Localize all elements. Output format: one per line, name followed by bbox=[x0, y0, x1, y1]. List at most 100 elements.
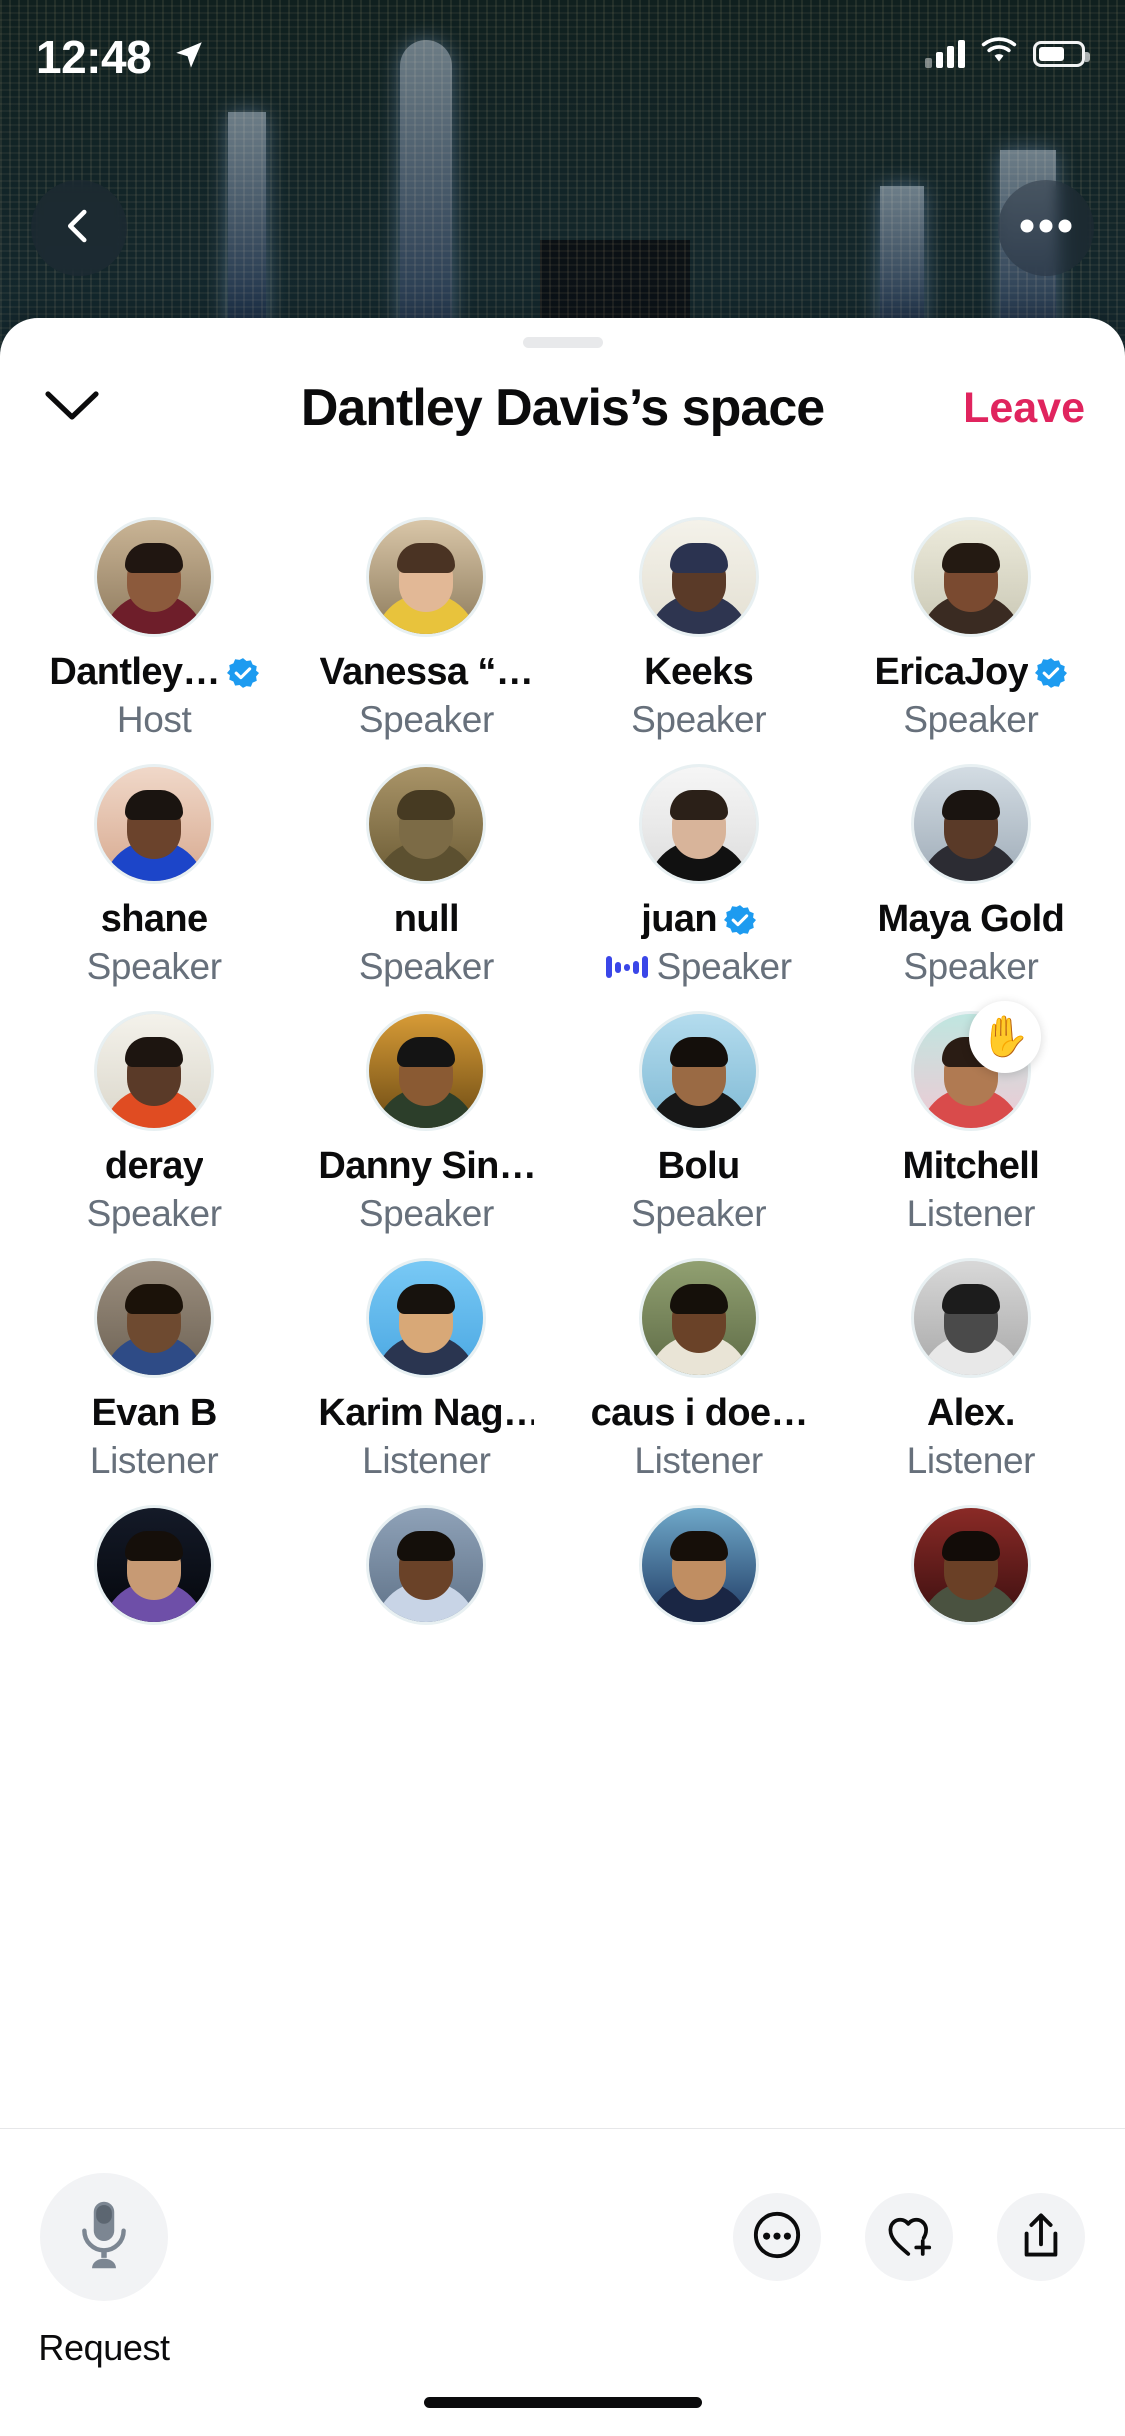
avatar bbox=[97, 520, 212, 634]
avatar-wrapper bbox=[369, 1261, 484, 1375]
participant-role-row: Listener bbox=[90, 1440, 219, 1482]
participant-role-row: Speaker bbox=[359, 699, 494, 741]
battery-icon bbox=[1033, 40, 1090, 67]
back-button[interactable] bbox=[31, 180, 127, 276]
avatar bbox=[913, 520, 1028, 634]
participant-name: Keeks bbox=[644, 651, 754, 693]
participant-tile[interactable]: caus i doe… Listener bbox=[563, 1261, 835, 1482]
verified-badge-icon bbox=[723, 904, 756, 935]
add-people-button[interactable] bbox=[865, 2193, 953, 2281]
participant-name-row: Mitchell bbox=[903, 1145, 1040, 1188]
avatar bbox=[913, 1508, 1028, 1622]
participant-tile[interactable]: Karim Nag… Listener bbox=[290, 1261, 562, 1482]
avatar-wrapper bbox=[641, 1261, 756, 1375]
participant-tile[interactable]: Bolu Speaker bbox=[563, 1014, 835, 1235]
participant-tile[interactable] bbox=[563, 1508, 835, 1622]
cellular-signal-icon bbox=[925, 39, 965, 68]
photo-more-options-button[interactable] bbox=[998, 180, 1094, 276]
participant-name: Mitchell bbox=[902, 1145, 1040, 1187]
bottom-action-bar: Request bbox=[0, 2128, 1125, 2436]
participant-tile[interactable]: Evan B Listener bbox=[18, 1261, 290, 1482]
participant-tile[interactable]: ✋ Mitchell Listener bbox=[835, 1001, 1107, 1235]
participant-name: Vanessa “… bbox=[319, 651, 534, 693]
more-options-button[interactable] bbox=[733, 2193, 821, 2281]
avatar-wrapper: ✋ bbox=[913, 1001, 1041, 1128]
participant-role-row: Speaker bbox=[87, 1193, 222, 1235]
microphone-icon bbox=[75, 2199, 133, 2276]
participant-tile[interactable]: null Speaker bbox=[290, 767, 562, 988]
raised-hand-icon: ✋ bbox=[979, 1015, 1030, 1059]
status-bar: 12:48 bbox=[0, 0, 1125, 132]
participant-tile[interactable] bbox=[18, 1508, 290, 1622]
participant-name: Maya Gold bbox=[877, 898, 1065, 940]
participant-role-row: Speaker bbox=[87, 946, 222, 988]
collapse-button[interactable] bbox=[40, 389, 104, 428]
participant-tile[interactable]: EricaJoy Speaker bbox=[835, 520, 1107, 741]
participant-role: Host bbox=[116, 699, 192, 740]
avatar-wrapper bbox=[641, 767, 756, 881]
share-button[interactable] bbox=[997, 2193, 1085, 2281]
participant-tile[interactable]: shane Speaker bbox=[18, 767, 290, 988]
avatar-wrapper bbox=[369, 1508, 484, 1622]
status-bar-clock: 12:48 bbox=[36, 31, 152, 83]
avatar-wrapper bbox=[97, 767, 212, 881]
avatar bbox=[913, 1261, 1028, 1375]
participant-role: Listener bbox=[634, 1440, 763, 1481]
avatar-wrapper bbox=[97, 520, 212, 634]
avatar bbox=[369, 520, 484, 634]
participant-role: Listener bbox=[362, 1440, 491, 1481]
participant-name-row: Maya Gold bbox=[877, 898, 1064, 941]
participant-role: Speaker bbox=[903, 946, 1039, 987]
participants-scroll-area[interactable]: Dantley… Host Vanessa “… Speaker Keeks S… bbox=[0, 468, 1125, 2128]
participant-tile[interactable]: Danny Sin… Speaker bbox=[290, 1014, 562, 1235]
page-title: Dantley Davis’s space bbox=[300, 379, 825, 437]
participant-role: Speaker bbox=[358, 1193, 494, 1234]
avatar-wrapper bbox=[913, 520, 1028, 634]
participant-name: juan bbox=[641, 898, 717, 940]
participant-tile[interactable]: Alex. Listener bbox=[835, 1261, 1107, 1482]
status-bar-indicators bbox=[925, 36, 1090, 71]
more-options-icon bbox=[752, 2210, 802, 2265]
avatar-wrapper bbox=[369, 1014, 484, 1128]
drag-handle[interactable] bbox=[522, 337, 603, 348]
participant-name-row: deray bbox=[105, 1145, 203, 1188]
avatar-wrapper bbox=[369, 767, 484, 881]
participant-role: Speaker bbox=[86, 946, 222, 987]
leave-button[interactable]: Leave bbox=[963, 384, 1085, 433]
participant-tile[interactable]: Keeks Speaker bbox=[563, 520, 835, 741]
avatar bbox=[641, 1508, 756, 1622]
bottom-right-actions bbox=[733, 2193, 1085, 2281]
microphone-button[interactable] bbox=[40, 2173, 168, 2301]
participant-role: Speaker bbox=[86, 1193, 222, 1234]
home-indicator bbox=[423, 2397, 702, 2408]
participant-tile[interactable]: juan Speaker bbox=[563, 767, 835, 988]
participant-name: Dantley… bbox=[49, 651, 220, 693]
participant-tile[interactable]: Vanessa “… Speaker bbox=[290, 520, 562, 741]
participant-name-row: juan bbox=[641, 898, 756, 941]
heart-plus-icon bbox=[883, 2210, 935, 2265]
participant-tile[interactable] bbox=[835, 1508, 1107, 1622]
avatar bbox=[369, 1014, 484, 1128]
sheet-header: Dantley Davis’s space Leave bbox=[0, 348, 1125, 468]
avatar bbox=[97, 1014, 212, 1128]
avatar bbox=[97, 767, 212, 881]
participant-tile[interactable]: deray Speaker bbox=[18, 1014, 290, 1235]
participant-name: Danny Sin… bbox=[318, 1145, 535, 1187]
participant-name-row: Keeks bbox=[644, 651, 753, 694]
location-arrow-icon bbox=[172, 38, 206, 77]
participant-role: Speaker bbox=[358, 699, 494, 740]
participant-role: Listener bbox=[906, 1440, 1036, 1481]
space-sheet: Dantley Davis’s space Leave Dantley… Hos… bbox=[0, 318, 1125, 2436]
speaking-waveform-icon bbox=[605, 954, 648, 980]
participant-tile[interactable]: Dantley… Host bbox=[18, 520, 290, 741]
avatar bbox=[97, 1261, 212, 1375]
participant-role-row: Speaker bbox=[359, 946, 494, 988]
participant-tile[interactable]: Maya Gold Speaker bbox=[835, 767, 1107, 988]
verified-badge-icon bbox=[1035, 657, 1068, 688]
verified-badge-icon bbox=[226, 657, 259, 688]
participant-tile[interactable] bbox=[290, 1508, 562, 1622]
ellipsis-icon bbox=[1019, 217, 1073, 240]
avatar bbox=[641, 1261, 756, 1375]
request-to-speak-block: Request bbox=[38, 2173, 170, 2369]
avatar bbox=[641, 767, 756, 881]
